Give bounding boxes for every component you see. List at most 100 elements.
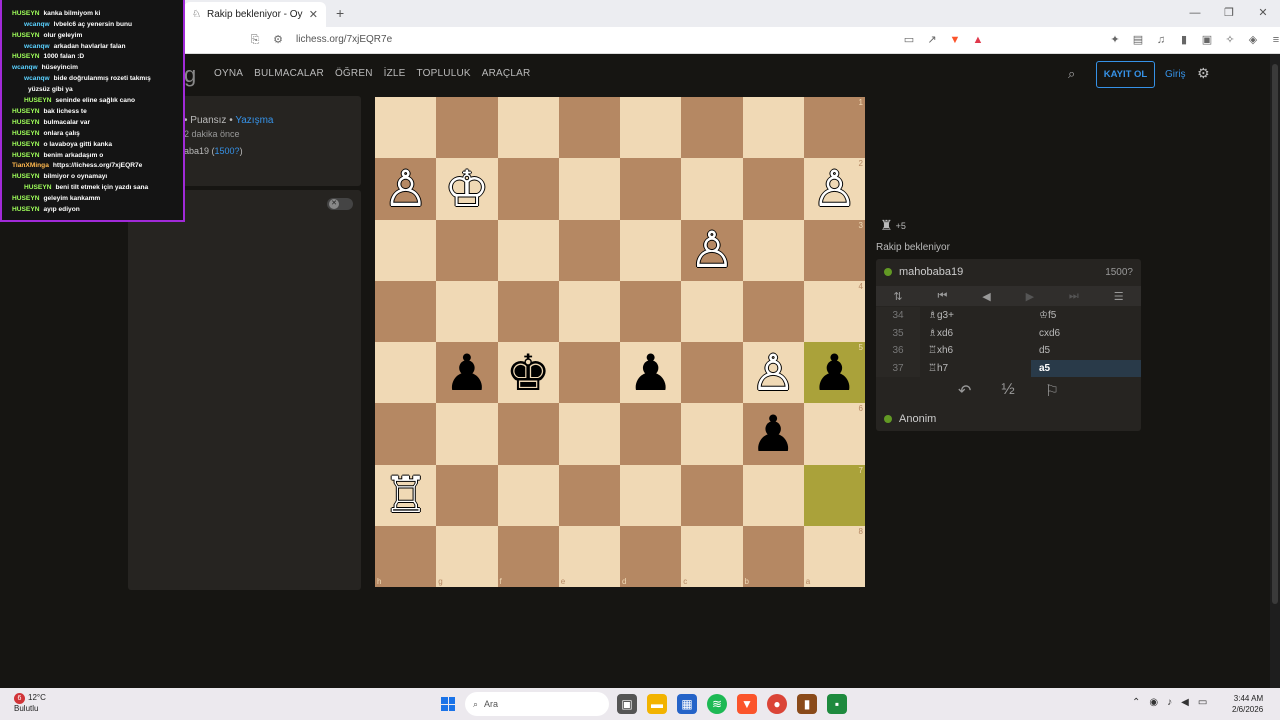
vpn-icon[interactable]: ◈ (1246, 33, 1260, 47)
board-square-b2[interactable] (742, 158, 804, 220)
board-square-e5[interactable] (558, 342, 620, 404)
chess-piece[interactable]: ♙ (383, 164, 428, 214)
board-square-a8[interactable]: 8a (803, 525, 865, 587)
site-info-icon[interactable]: ⚙ (271, 33, 285, 47)
board-square-c5[interactable] (681, 342, 743, 404)
resign-flag-icon[interactable]: ⚐ (1045, 381, 1059, 401)
board-square-f8[interactable]: f (497, 525, 559, 587)
obs-app-icon[interactable]: ▮ (797, 694, 817, 714)
black-move[interactable]: d5 (1031, 342, 1141, 360)
player-rating[interactable]: 1500? (215, 146, 240, 156)
board-square-h8[interactable]: h (375, 525, 437, 587)
music-icon[interactable]: ♫ (1154, 33, 1168, 47)
tab-close-icon[interactable]: ✕ (309, 8, 318, 21)
next-move-icon[interactable]: ▶ (1026, 290, 1034, 303)
last-move-icon[interactable]: ⏭ (1069, 290, 1079, 303)
brave-shield-icon[interactable]: ▼ (948, 33, 962, 47)
board-square-h5[interactable] (375, 342, 437, 404)
search-icon[interactable]: ⌕ (1068, 66, 1075, 82)
white-move[interactable]: ♗g3+ (920, 310, 1031, 321)
board-square-a3[interactable]: 3 (803, 219, 865, 281)
takeback-icon[interactable]: ↶ (958, 381, 971, 401)
black-move[interactable]: a5 (1031, 359, 1141, 377)
terminal-app-icon[interactable]: ▪ (827, 694, 847, 714)
game-player[interactable]: aba19 (1500?) (184, 146, 243, 156)
board-square-h3[interactable] (375, 219, 437, 281)
board-square-f6[interactable] (497, 403, 559, 465)
board-square-g5[interactable]: ♟ (436, 342, 498, 404)
brave-rewards-icon[interactable]: ▲ (971, 33, 985, 47)
store-icon[interactable]: ▦ (677, 694, 697, 714)
flip-board-icon[interactable]: ⇅ (893, 290, 902, 303)
board-square-g1[interactable] (436, 97, 498, 159)
board-square-f4[interactable] (497, 280, 559, 342)
white-move[interactable]: ♖h7 (920, 363, 1031, 374)
share-icon[interactable]: ↗ (925, 33, 939, 47)
signup-button[interactable]: KAYIT OL (1096, 61, 1155, 88)
new-tab-button[interactable]: + (336, 5, 344, 21)
chess-piece[interactable]: ♟ (751, 409, 796, 459)
board-square-f5[interactable]: ♚ (497, 342, 559, 404)
board-square-f7[interactable] (497, 464, 559, 526)
board-square-c4[interactable] (681, 280, 743, 342)
board-square-f1[interactable] (497, 97, 559, 159)
file-explorer-icon[interactable]: ▬ (647, 694, 667, 714)
board-square-b4[interactable] (742, 280, 804, 342)
first-move-icon[interactable]: ⏮ (938, 290, 948, 303)
board-square-c6[interactable] (681, 403, 743, 465)
prev-move-icon[interactable]: ◀ (982, 290, 990, 303)
clock[interactable]: 3:44 AM 2/6/2026 (1232, 693, 1263, 715)
board-square-a7[interactable]: 7 (803, 464, 865, 526)
board-square-h2[interactable]: ♙ (375, 158, 437, 220)
chess-piece[interactable]: ♙ (689, 225, 734, 275)
board-square-g3[interactable] (436, 219, 498, 281)
site-logo[interactable]: g (184, 62, 196, 88)
volume-icon[interactable]: ◀ (1181, 697, 1189, 708)
board-square-f3[interactable] (497, 219, 559, 281)
chess-piece[interactable]: ♟ (628, 348, 673, 398)
board-square-h4[interactable] (375, 280, 437, 342)
board-square-d2[interactable] (620, 158, 682, 220)
board-square-e7[interactable] (558, 464, 620, 526)
reader-icon[interactable]: ▤ (1131, 33, 1145, 47)
board-square-e3[interactable] (558, 219, 620, 281)
gear-icon[interactable]: ⚙ (1197, 65, 1210, 82)
board-square-e8[interactable]: e (558, 525, 620, 587)
minimize-button[interactable]: — (1178, 0, 1212, 27)
board-square-b7[interactable] (742, 464, 804, 526)
board-square-g4[interactable] (436, 280, 498, 342)
board-square-g2[interactable]: ♔ (436, 158, 498, 220)
top-player-name[interactable]: mahobaba19 (899, 266, 963, 278)
chat-toggle[interactable]: ✕ (327, 198, 353, 210)
board-square-d6[interactable] (620, 403, 682, 465)
board-square-d4[interactable] (620, 280, 682, 342)
board-square-b5[interactable]: ♙ (742, 342, 804, 404)
board-square-h7[interactable]: ♖ (375, 464, 437, 526)
nav-play[interactable]: OYNA (214, 68, 243, 79)
board-square-g8[interactable]: g (436, 525, 498, 587)
correspondence-link[interactable]: Yazışma (235, 115, 273, 126)
chess-piece[interactable]: ♟ (812, 348, 857, 398)
wallet-icon[interactable]: ▣ (1200, 33, 1214, 47)
board-square-a5[interactable]: ♟ 5 (803, 342, 865, 404)
network-icon[interactable]: ◉ (1149, 697, 1158, 708)
nav-watch[interactable]: İZLE (384, 68, 406, 79)
extensions-icon[interactable]: ✦ (1108, 33, 1122, 47)
chess-board[interactable]: 1 ♙ ♔ ♙ 2 ♙ 3 4 ♟ ♚ ♟ ♙ ♟ 5 ♟ 6 ♖ 7 h g f e d c b 8 a (375, 97, 865, 587)
board-square-g6[interactable] (436, 403, 498, 465)
board-square-e4[interactable] (558, 280, 620, 342)
browser-tab[interactable]: ♘ Rakip bekleniyor - Oyna mah ✕ (184, 2, 326, 27)
board-square-b3[interactable] (742, 219, 804, 281)
task-view-icon[interactable]: ▣ (617, 694, 637, 714)
menu-icon[interactable]: ≡ (1269, 33, 1280, 47)
url-field[interactable]: lichess.org/7xjEQR7e (296, 34, 392, 45)
board-square-c3[interactable]: ♙ (681, 219, 743, 281)
board-square-e2[interactable] (558, 158, 620, 220)
white-move[interactable]: ♗xd6 (920, 328, 1031, 339)
board-square-g7[interactable] (436, 464, 498, 526)
black-move[interactable]: cxd6 (1031, 325, 1141, 343)
chess-piece[interactable]: ♟ (444, 348, 489, 398)
board-square-d7[interactable] (620, 464, 682, 526)
nav-community[interactable]: TOPLULUK (417, 68, 471, 79)
board-square-d8[interactable]: d (620, 525, 682, 587)
